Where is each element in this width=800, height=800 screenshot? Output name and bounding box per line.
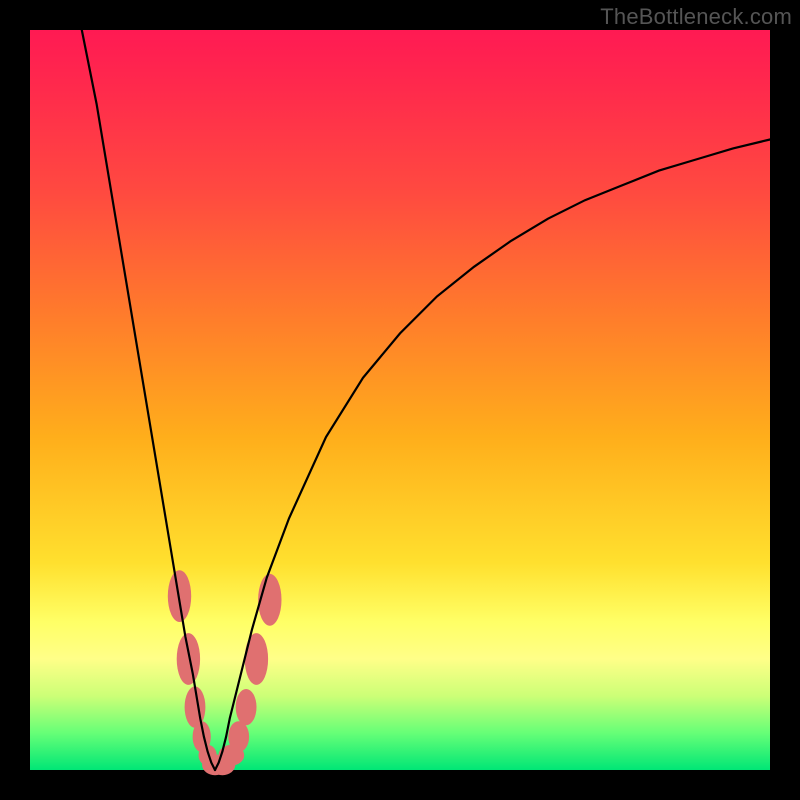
- highlight-marker: [177, 633, 200, 685]
- watermark-text: TheBottleneck.com: [600, 4, 792, 30]
- curve-right-branch: [215, 140, 770, 771]
- chart-frame: TheBottleneck.com: [0, 0, 800, 800]
- plot-area: [30, 30, 770, 770]
- highlight-marker: [236, 689, 257, 725]
- curve-layer: [30, 30, 770, 770]
- highlight-marker: [258, 574, 281, 626]
- highlight-marker: [228, 721, 249, 752]
